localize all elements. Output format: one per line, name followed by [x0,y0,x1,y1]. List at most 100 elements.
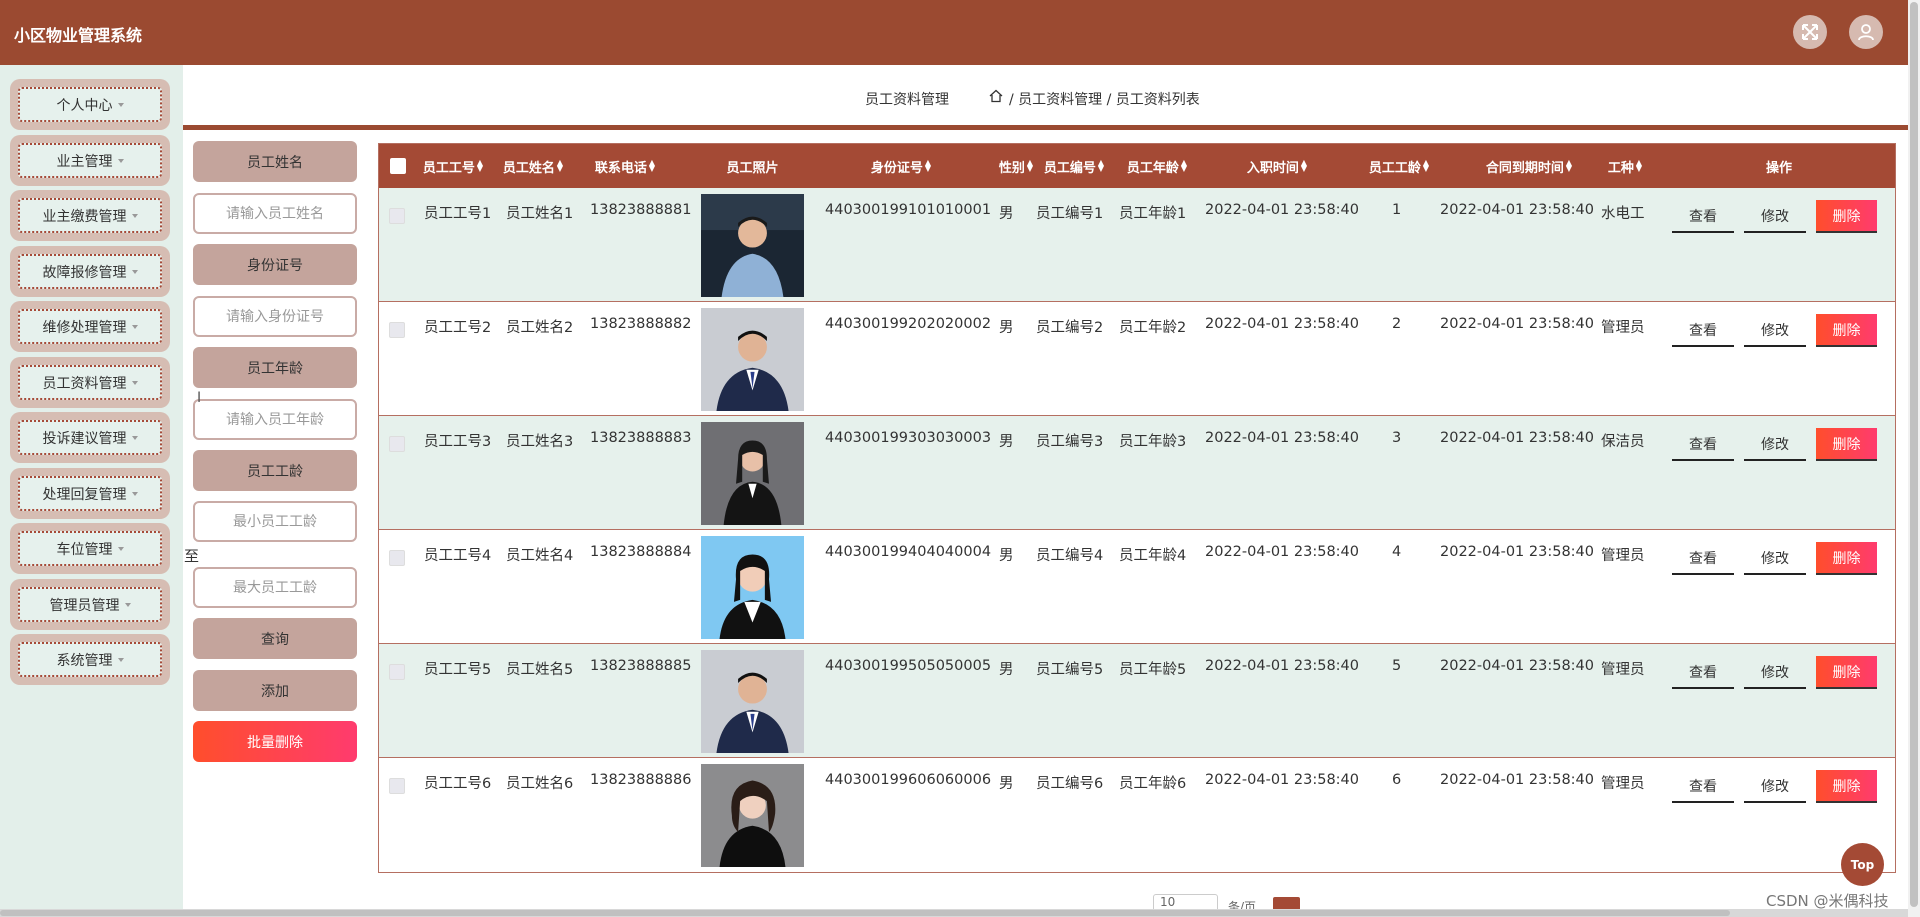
table-row: 员工工号2 员工姓名2 13823888882 4403001992020200… [379,302,1895,416]
sidebar-item-system[interactable]: 系统管理 [10,634,170,685]
label-employee-name: 员工姓名 [193,141,357,182]
cell-phone: 13823888884 [590,544,692,560]
edit-button[interactable]: 修改 [1744,656,1806,689]
employee-photo [701,422,804,525]
cell-emp-no: 员工工号1 [424,206,492,222]
cell-seniority: 4 [1392,544,1402,560]
cell-phone: 13823888883 [590,430,692,446]
cell-id-card: 440300199404040004 [825,544,992,560]
column-header[interactable]: 员工编号 ▲ ▼ [1035,144,1113,188]
cell-code: 员工编号1 [1036,206,1104,222]
vertical-scrollbar[interactable] [1908,0,1920,917]
cell-gender: 男 [999,776,1014,792]
column-header[interactable]: 合同到期时间 ▲ ▼ [1439,144,1619,188]
horizontal-scrollbar[interactable] [0,909,1908,917]
cell-age: 员工年龄3 [1119,434,1187,450]
delete-button[interactable]: 删除 [1816,428,1877,461]
label-seniority: 员工工龄 [193,450,357,491]
cell-gender: 男 [999,434,1014,450]
row-checkbox[interactable] [389,436,405,452]
add-button[interactable]: 添加 [193,670,357,711]
row-checkbox[interactable] [389,664,405,680]
sidebar-item-admins[interactable]: 管理员管理 [10,579,170,630]
column-header[interactable]: 员工工号 ▲ ▼ [415,144,491,188]
batch-delete-button[interactable]: 批量删除 [193,721,357,762]
view-button[interactable]: 查看 [1672,314,1734,347]
cell-hire-date: 2022-04-01 23:58:40 [1205,658,1359,674]
vertical-scrollbar-thumb[interactable] [1910,2,1918,907]
sidebar-item-replies[interactable]: 处理回复管理 [10,468,170,519]
column-header[interactable]: 员工姓名 ▲ ▼ [493,144,573,188]
cell-phone: 13823888886 [590,772,692,788]
cell-id-card: 440300199505050005 [825,658,992,674]
back-to-top-button[interactable]: Top [1841,843,1884,886]
edit-button[interactable]: 修改 [1744,200,1806,233]
sidebar-item-repair-requests[interactable]: 故障报修管理 [10,246,170,297]
cell-age: 员工年龄5 [1119,662,1187,678]
column-header[interactable]: 身份证号 ▲ ▼ [811,144,991,188]
view-button[interactable]: 查看 [1672,770,1734,803]
view-button[interactable]: 查看 [1672,200,1734,233]
sidebar-item-owners[interactable]: 业主管理 [10,135,170,186]
range-to-label: 至 [184,547,200,565]
chevron-down-icon [131,213,138,218]
horizontal-scrollbar-thumb[interactable] [0,910,1730,916]
query-button[interactable]: 查询 [193,618,357,659]
home-icon[interactable] [989,89,1003,103]
employee-age-input[interactable] [193,399,357,440]
column-header[interactable]: 员工工龄 ▲ ▼ [1359,144,1439,188]
id-card-input[interactable] [193,296,357,337]
cell-name: 员工姓名3 [506,434,574,450]
sidebar-item-owner-fees[interactable]: 业主缴费管理 [10,190,170,241]
row-checkbox[interactable] [389,322,405,338]
cell-gender: 男 [999,206,1014,222]
max-seniority-input[interactable] [193,567,357,608]
sidebar-item-staff[interactable]: 员工资料管理 [10,357,170,408]
cell-contract-end: 2022-04-01 23:58:40 [1440,430,1594,446]
user-icon[interactable] [1849,15,1883,49]
sidebar-item-parking[interactable]: 车位管理 [10,523,170,574]
row-checkbox[interactable] [389,208,405,224]
table-row: 员工工号5 员工姓名5 13823888885 4403001995050500… [379,644,1895,758]
fullscreen-icon[interactable] [1793,15,1827,49]
sidebar-item-personal-center[interactable]: 个人中心 [10,79,170,130]
view-button[interactable]: 查看 [1672,428,1734,461]
employee-table: 员工工号 ▲ ▼ 员工姓名 ▲ ▼ 联系电话 ▲ ▼ 员工照片 身份证号 ▲ ▼ 性别 ▲ ▼ 员工… [378,143,1896,873]
edit-button[interactable]: 修改 [1744,314,1806,347]
delete-button[interactable]: 删除 [1816,542,1877,575]
cell-job: 管理员 [1601,320,1645,336]
row-checkbox[interactable] [389,778,405,794]
edit-button[interactable]: 修改 [1744,542,1806,575]
cell-seniority: 2 [1392,316,1402,332]
employee-name-input[interactable] [193,193,357,234]
sidebar-item-complaints[interactable]: 投诉建议管理 [10,412,170,463]
min-seniority-input[interactable] [193,501,357,542]
edit-button[interactable]: 修改 [1744,770,1806,803]
column-header[interactable]: 联系电话 ▲ ▼ [575,144,675,188]
column-header[interactable]: 工种 ▲ ▼ [1595,144,1655,188]
breadcrumb-path[interactable]: / 员工资料管理 / 员工资料列表 [1009,89,1200,109]
breadcrumb: 员工资料管理 / 员工资料管理 / 员工资料列表 [183,65,1908,125]
select-all-checkbox[interactable] [390,158,406,174]
cell-code: 员工编号3 [1036,434,1104,450]
row-checkbox[interactable] [389,550,405,566]
column-header[interactable]: 员工年龄 ▲ ▼ [1117,144,1197,188]
cell-seniority: 3 [1392,430,1402,446]
watermark: CSDN @米偶科技 [1766,892,1889,910]
edit-button[interactable]: 修改 [1744,428,1806,461]
chevron-down-icon [131,435,138,440]
table-header: 员工工号 ▲ ▼ 员工姓名 ▲ ▼ 联系电话 ▲ ▼ 员工照片 身份证号 ▲ ▼ 性别 ▲ ▼ 员工… [379,144,1895,188]
chevron-down-icon [117,158,124,163]
column-header[interactable]: 入职时间 ▲ ▼ [1197,144,1357,188]
column-header[interactable]: 性别 ▲ ▼ [991,144,1041,188]
view-button[interactable]: 查看 [1672,656,1734,689]
sidebar-item-repair-handling[interactable]: 维修处理管理 [10,301,170,352]
delete-button[interactable]: 删除 [1816,656,1877,689]
app-title: 小区物业管理系统 [14,26,143,45]
cell-id-card: 440300199303030003 [825,430,992,446]
cell-name: 员工姓名5 [506,662,574,678]
delete-button[interactable]: 删除 [1816,200,1877,233]
view-button[interactable]: 查看 [1672,542,1734,575]
delete-button[interactable]: 删除 [1816,314,1877,347]
delete-button[interactable]: 删除 [1816,770,1877,803]
